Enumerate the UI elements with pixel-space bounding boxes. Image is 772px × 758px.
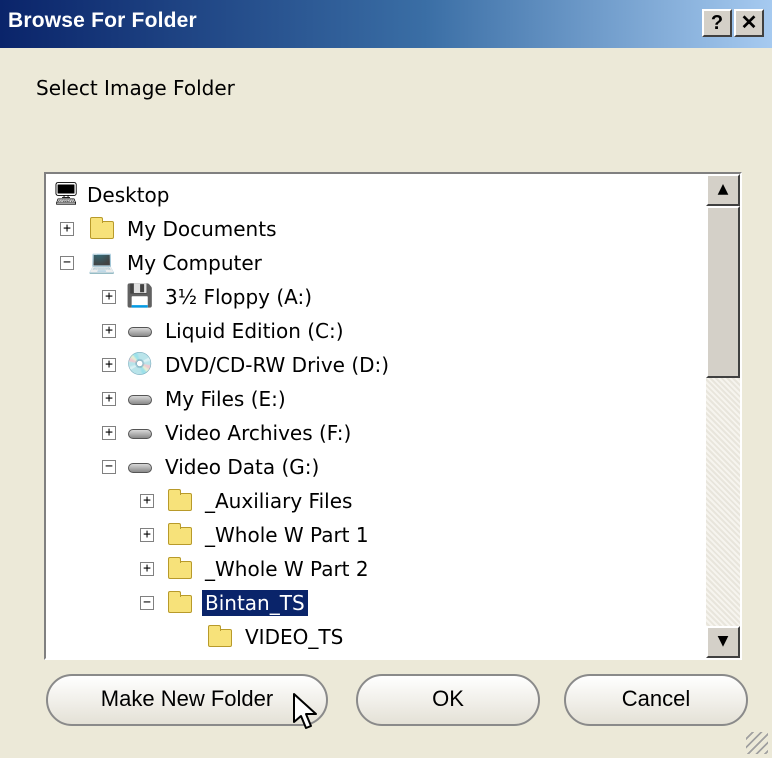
- folder-tree: 🖥 Desktop + My Documents − 💻 My Computer…: [46, 174, 706, 658]
- tree-item-label[interactable]: Video Archives (F:): [162, 420, 354, 446]
- folder-tree-view[interactable]: 🖥 Desktop + My Documents − 💻 My Computer…: [44, 172, 742, 660]
- help-button[interactable]: ?: [702, 9, 732, 37]
- collapse-toggle[interactable]: −: [140, 596, 154, 610]
- tree-item-whole-w-part-1[interactable]: + _Whole W Part 1: [46, 518, 706, 552]
- collapse-toggle[interactable]: −: [60, 256, 74, 270]
- folder-open-icon: [166, 589, 194, 617]
- tree-item-my-files[interactable]: + My Files (E:): [46, 382, 706, 416]
- collapse-toggle[interactable]: −: [102, 460, 116, 474]
- tree-item-label[interactable]: VIDEO_TS: [242, 624, 346, 650]
- my-computer-icon: 💻: [88, 250, 116, 275]
- folder-icon: [166, 487, 194, 515]
- instruction-text: Select Image Folder: [36, 76, 235, 100]
- expand-toggle[interactable]: +: [102, 324, 116, 338]
- ok-button[interactable]: OK: [356, 674, 540, 726]
- tree-item-label[interactable]: _Whole W Part 2: [202, 556, 372, 582]
- window-title: Browse For Folder: [8, 9, 197, 32]
- folder-icon: [166, 555, 194, 583]
- dvd-drive-icon: 💿: [126, 352, 154, 377]
- tree-item-liquid-edition[interactable]: + Liquid Edition (C:): [46, 314, 706, 348]
- my-documents-icon: [88, 215, 116, 243]
- expand-toggle[interactable]: +: [140, 528, 154, 542]
- tree-item-dvd-drive[interactable]: + 💿 DVD/CD-RW Drive (D:): [46, 348, 706, 382]
- hard-drive-icon: [126, 317, 154, 345]
- expand-toggle[interactable]: +: [102, 392, 116, 406]
- floppy-drive-icon: 💾: [126, 284, 154, 309]
- tree-item-label[interactable]: Desktop: [84, 182, 172, 208]
- tree-item-label[interactable]: DVD/CD-RW Drive (D:): [162, 352, 392, 378]
- tree-item-my-computer[interactable]: − 💻 My Computer: [46, 246, 706, 280]
- tree-item-video-ts[interactable]: VIDEO_TS: [46, 620, 706, 654]
- expand-toggle[interactable]: +: [60, 222, 74, 236]
- tree-item-label[interactable]: My Documents: [124, 216, 279, 242]
- folder-icon: [166, 521, 194, 549]
- tree-item-whole-w-part-2[interactable]: + _Whole W Part 2: [46, 552, 706, 586]
- browse-for-folder-dialog: Browse For Folder ? ✕ Select Image Folde…: [0, 0, 772, 758]
- scroll-up-button[interactable]: ▲: [706, 174, 740, 206]
- desktop-icon: 🖥: [52, 182, 80, 207]
- tree-item-label[interactable]: 3½ Floppy (A:): [162, 284, 315, 310]
- tree-item-label-selected[interactable]: Bintan_TS: [201, 589, 309, 617]
- tree-item-label[interactable]: My Files (E:): [162, 386, 289, 412]
- resize-grip-icon[interactable]: [746, 732, 768, 754]
- tree-item-label[interactable]: _Auxiliary Files: [202, 488, 355, 514]
- tree-item-video-data[interactable]: − Video Data (G:): [46, 450, 706, 484]
- tree-item-auxiliary-files[interactable]: + _Auxiliary Files: [46, 484, 706, 518]
- tree-item-desktop[interactable]: 🖥 Desktop: [46, 178, 706, 212]
- mouse-pointer-icon: [293, 693, 317, 729]
- title-bar[interactable]: Browse For Folder ? ✕: [0, 0, 772, 48]
- tree-item-floppy[interactable]: + 💾 3½ Floppy (A:): [46, 280, 706, 314]
- close-button[interactable]: ✕: [734, 9, 764, 37]
- tree-item-label[interactable]: My Computer: [124, 250, 265, 276]
- tree-item-video-archives[interactable]: + Video Archives (F:): [46, 416, 706, 450]
- tree-item-label[interactable]: Video Data (G:): [162, 454, 322, 480]
- hard-drive-icon: [126, 453, 154, 481]
- expand-toggle[interactable]: +: [102, 358, 116, 372]
- scroll-down-button[interactable]: ▼: [706, 626, 740, 658]
- cancel-button[interactable]: Cancel: [564, 674, 748, 726]
- expand-toggle[interactable]: +: [102, 290, 116, 304]
- tree-item-label[interactable]: Liquid Edition (C:): [162, 318, 347, 344]
- expand-toggle[interactable]: +: [140, 494, 154, 508]
- expand-toggle[interactable]: +: [102, 426, 116, 440]
- hard-drive-icon: [126, 385, 154, 413]
- tree-item-my-documents[interactable]: + My Documents: [46, 212, 706, 246]
- tree-item-bintan-ts[interactable]: − Bintan_TS: [46, 586, 706, 620]
- folder-icon: [206, 623, 234, 651]
- hard-drive-icon: [126, 419, 154, 447]
- scroll-thumb[interactable]: [706, 206, 740, 378]
- tree-item-label[interactable]: _Whole W Part 1: [202, 522, 372, 548]
- vertical-scrollbar[interactable]: ▲ ▼: [706, 174, 740, 658]
- expand-toggle[interactable]: +: [140, 562, 154, 576]
- make-new-folder-button[interactable]: Make New Folder: [46, 674, 328, 726]
